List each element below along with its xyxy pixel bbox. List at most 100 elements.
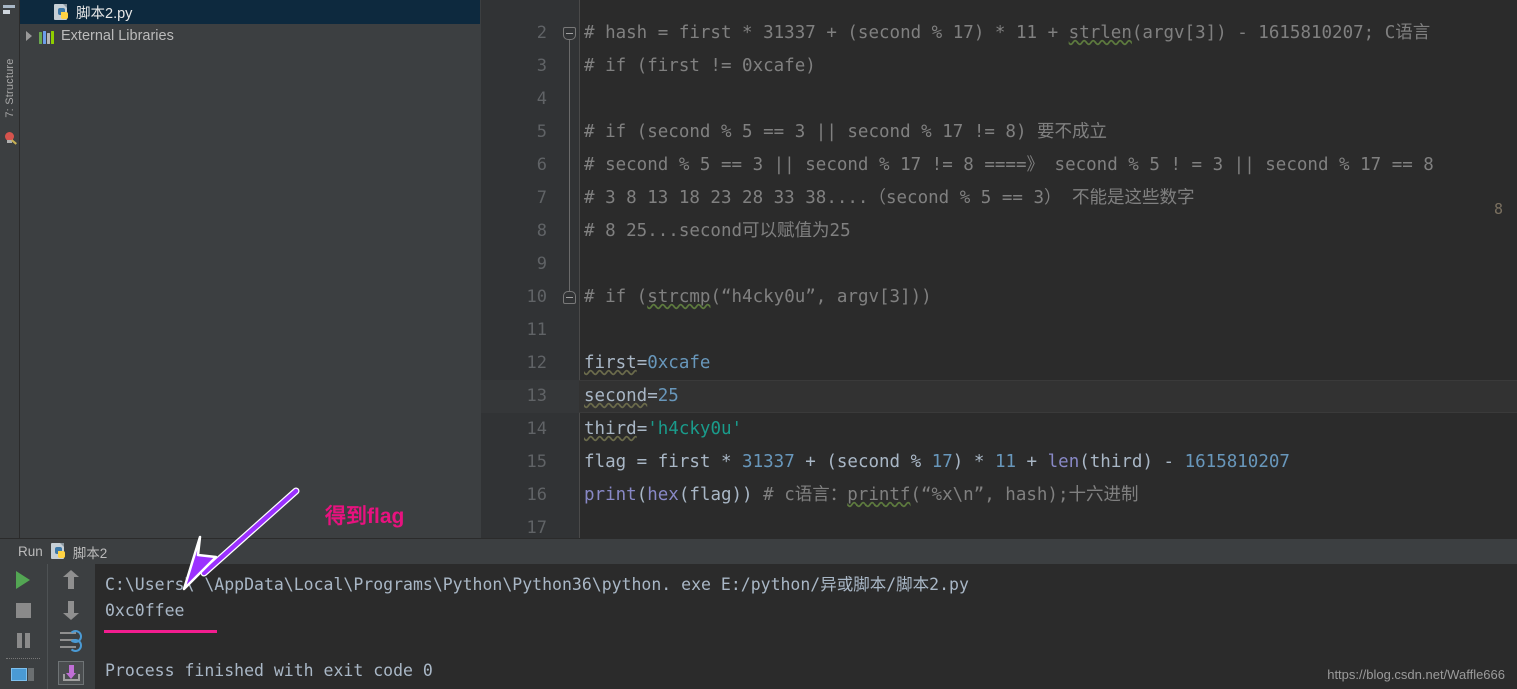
fold-gutter[interactable] [561,0,580,538]
code-line[interactable]: # 8 25...second可以赋值为25 [579,215,1517,248]
code-token: printf [847,485,911,505]
fold-region-guide [569,33,570,297]
pause-icon [16,632,31,648]
console-line: 0xc0ffee [105,601,185,620]
toggle-console-button[interactable] [9,662,37,689]
code-token: 1615810207 [1184,452,1290,472]
line-number: 14 [526,419,547,439]
run-console[interactable]: C:\Users\ \AppData\Local\Programs\Python… [96,564,1517,689]
libraries-icon [38,29,55,44]
code-token: strlen [1068,23,1132,43]
run-toolbar-column-right [48,564,95,689]
code-token: third [584,419,637,439]
run-title: Run [18,544,43,559]
code-token: hex [647,485,679,505]
code-token: (“h4cky0u”, argv[3])) [710,287,932,307]
chevron-right-icon[interactable] [20,31,38,41]
code-editor[interactable]: 2 # hash = first * 31337 + (second % 17) … [481,0,1517,538]
up-stack-button[interactable] [57,566,85,594]
code-line[interactable]: # if (strcmp(“h4cky0u”, argv[3])) [579,281,1517,314]
code-token: 11 [994,452,1017,472]
soft-wrap-icon [60,630,82,652]
project-tree-panel: 脚本2.py External Libraries [20,0,480,538]
line-number: 4 [536,89,547,109]
code-token: + (second % [794,452,932,472]
line-number: 3 [536,56,547,76]
tree-item-label: External Libraries [61,28,174,44]
play-icon [16,571,30,589]
tree-item-label: 脚本2.py [76,5,133,22]
arrow-up-icon [63,570,79,590]
code-line[interactable] [579,314,1517,347]
pause-button[interactable] [9,626,37,654]
down-stack-button[interactable] [57,596,85,624]
tree-item-script2[interactable]: 脚本2.py [20,0,480,24]
console-line: C:\Users\ \AppData\Local\Programs\Python… [105,575,969,594]
code-line[interactable] [579,512,1517,538]
flag-underline [104,630,217,633]
scroll-to-end-icon [58,661,84,685]
structure-tool-button[interactable]: 7: Structure [4,42,16,134]
line-number: 7 [536,188,547,208]
code-line[interactable]: # if (second % 5 == 3 || second % 17 != … [579,116,1517,149]
line-number: 5 [536,122,547,142]
code-token: (“%x\n”, hash);十六进制 [910,485,1139,505]
error-stripe-marker[interactable]: 8 [1494,200,1503,218]
stop-button[interactable] [9,596,37,624]
line-number: 17 [526,518,547,538]
code-line[interactable]: # hash = first * 31337 + (second % 17) *… [579,17,1517,50]
code-token: # 8 25...second可以赋值为25 [584,221,851,241]
code-line[interactable] [579,248,1517,281]
line-number: 12 [526,353,547,373]
code-line[interactable]: first=0xcafe [579,347,1517,380]
annotation-label: 得到flag [325,505,405,528]
code-token: 17 [931,452,953,472]
tree-item-external-libraries[interactable]: External Libraries [20,24,480,48]
code-token: 31337 [742,452,795,472]
toolbar-separator [6,658,40,660]
fold-toggle-icon[interactable] [563,291,576,304]
code-line[interactable] [579,83,1517,116]
code-token: len [1047,452,1080,472]
code-token: first [584,353,637,373]
line-number: 11 [526,320,547,340]
line-number: 9 [536,254,547,274]
fold-toggle-icon[interactable] [563,27,576,40]
run-toolbar [0,564,96,689]
left-tool-strip: 7: Structure [0,0,20,540]
code-line[interactable]: flag = first * 31337 + (second % 17) * 1… [579,446,1517,479]
line-number: 13 [526,386,547,406]
soft-wrap-button[interactable] [57,626,85,654]
code-token: = [636,419,648,439]
line-number: 6 [536,155,547,175]
console-line: Process finished with exit code 0 [105,661,433,680]
code-line[interactable]: print(hex(flag)) # c语言：printf(“%x\n”, ha… [579,479,1517,512]
line-number: 15 [526,452,547,472]
pycharm-window: 7: Structure 脚本2.py External Libraries 2… [0,0,1517,689]
run-toolbar-column-left [0,564,48,689]
run-tool-window: Run 脚本2 C:\Users\ \AppData\Local\Program… [0,538,1517,689]
stop-icon [15,602,31,618]
code-line[interactable]: third='h4cky0u' [579,413,1517,446]
code-token: (flag)) [678,485,764,505]
python-file-icon [54,3,71,21]
code-token: print [584,485,637,505]
run-config-name: 脚本2 [72,545,108,561]
scroll-to-end-button[interactable] [57,659,85,687]
line-number: 2 [536,23,547,43]
code-line[interactable]: # if (first != 0xcafe) [579,50,1517,83]
code-line[interactable]: # 3 8 13 18 23 28 33 38....（second % 5 =… [579,182,1517,215]
rerun-button[interactable] [9,566,37,594]
watermark: https://blog.csdn.net/Waffle666 [1327,667,1505,682]
panel-icon[interactable] [2,2,16,16]
code-line[interactable]: second=25 [579,380,1517,413]
code-token: 'h4cky0u' [647,419,743,439]
code-token: # c语言： [763,485,848,505]
code-line[interactable]: # second % 5 == 3 || second % 17 != 8 ==… [579,149,1517,182]
lightbulb-icon[interactable] [3,132,17,147]
line-number: 8 [536,221,547,241]
line-number: 16 [526,485,547,505]
code-token: (argv[3]) - 1615810207; C语言 [1131,23,1431,43]
line-number: 10 [526,287,547,307]
code-token: 25 [657,386,679,406]
